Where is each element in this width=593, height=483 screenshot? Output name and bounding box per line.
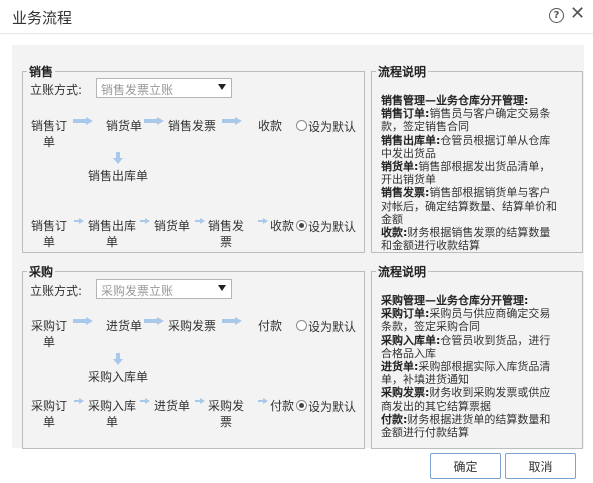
flow-node-sales-invoice[interactable]: 销售发 票 <box>204 218 248 250</box>
flow-node-purchase-invoice[interactable]: 采购发 票 <box>204 398 248 430</box>
sales-desc-item: 销售发票:销售部根据销货单与客户对帐后，确定结算数量、结算单价和金额 <box>381 186 557 226</box>
sales-desc-heading: 销售管理—业务仓库分开管理: <box>381 94 529 107</box>
sales-row2-default-label[interactable]: 设为默认 <box>308 218 356 235</box>
purchase-desc-item: 采购发票:财务收到采购发票或供应商发出的其它结算票据 <box>381 386 551 413</box>
flow-node-sales-order[interactable]: 销售订 单 <box>26 218 72 250</box>
sales-account-method-select[interactable]: 销售发票立账 <box>96 78 232 98</box>
arrow-right-icon <box>144 317 164 325</box>
flow-node-purchase-receipt[interactable]: 进货单 <box>150 398 194 414</box>
purchase-desc-legend: 流程说明 <box>378 265 427 279</box>
arrow-right-icon <box>74 397 84 405</box>
arrow-right-icon <box>73 317 93 325</box>
purchase-desc-item: 付款:财务根据进货单的结算数量和金额进行付款结算 <box>381 412 551 440</box>
flow-node-sales-order[interactable]: 销售订 单 <box>26 118 72 150</box>
purchase-row2-default-radio[interactable] <box>296 400 307 411</box>
purchase-account-method-value: 采购发票立账 <box>101 284 174 298</box>
sales-legend: 销售 <box>29 65 54 79</box>
arrow-right-icon <box>140 217 150 225</box>
purchase-account-method-label: 立账方式: <box>30 284 83 298</box>
close-icon[interactable]: ✕ <box>570 4 585 24</box>
flow-node-sales-receipt[interactable]: 收款 <box>252 118 288 134</box>
arrow-down-icon <box>113 353 123 365</box>
arrow-right-icon <box>222 117 242 125</box>
arrow-right-icon <box>144 117 164 125</box>
flow-node-purchase-order[interactable]: 采购订 单 <box>26 398 72 430</box>
sales-desc-text: 销售管理—业务仓库分开管理: 销售订单:销售员与客户确定交易条款，签定销售合同 … <box>381 94 559 252</box>
sales-account-method-label: 立账方式: <box>30 83 83 97</box>
chevron-down-icon <box>218 84 226 90</box>
sales-desc-panel: 流程说明 销售管理—业务仓库分开管理: 销售订单:销售员与客户确定交易条款，签定… <box>371 63 583 253</box>
flow-node-purchase-payment[interactable]: 付款 <box>252 318 288 334</box>
purchase-desc-text: 采购管理—业务仓库分开管理: 采购订单:采购员与供应商确定交易条款，签定采购合同… <box>381 294 559 439</box>
sales-row1-default-label[interactable]: 设为默认 <box>308 118 356 135</box>
purchase-desc-heading: 采购管理—业务仓库分开管理: <box>381 294 529 307</box>
flow-node-sales-outbound[interactable]: 销售出库单 <box>84 168 152 184</box>
sales-desc-legend: 流程说明 <box>378 65 427 79</box>
sales-row2-default-radio[interactable] <box>296 220 307 231</box>
flow-node-purchase-payment[interactable]: 付款 <box>268 398 296 414</box>
purchase-desc-panel: 流程说明 采购管理—业务仓库分开管理: 采购订单:采购员与供应商确定交易条款，签… <box>371 263 583 449</box>
cancel-button[interactable]: 取消 <box>505 453 576 479</box>
flow-node-sales-outbound[interactable]: 销售出库 单 <box>84 218 140 250</box>
flow-node-purchase-inbound[interactable]: 采购入库 单 <box>84 398 140 430</box>
purchase-desc-item: 采购入库单:仓管员收到货品，进行合格品入库 <box>381 333 551 360</box>
chevron-down-icon <box>218 285 226 291</box>
arrow-right-icon <box>140 397 150 405</box>
dialog-title: 业务流程 <box>12 9 73 27</box>
sales-desc-item: 销售订单:销售员与客户确定交易条款，签定销售合同 <box>381 107 551 134</box>
sales-row1-default-radio[interactable] <box>296 120 307 131</box>
flow-node-sales-invoice[interactable]: 销售发票 <box>164 118 220 134</box>
purchase-account-method-select[interactable]: 采购发票立账 <box>96 279 232 299</box>
arrow-right-icon <box>258 397 268 405</box>
arrow-right-icon <box>74 217 84 225</box>
flow-node-purchase-invoice[interactable]: 采购发票 <box>164 318 220 334</box>
purchase-desc-item: 进货单:采购部根据实际入库货品清单，补填进货通知 <box>381 360 551 387</box>
purchase-desc-item: 采购订单:采购员与供应商确定交易条款，签定采购合同 <box>381 307 551 334</box>
purchase-row2-default-label[interactable]: 设为默认 <box>308 398 356 415</box>
purchase-row1-default-label[interactable]: 设为默认 <box>308 318 356 335</box>
arrow-down-icon <box>113 152 123 164</box>
flow-node-purchase-inbound[interactable]: 采购入库单 <box>84 369 152 385</box>
sales-desc-item: 销货单:销售部根据发出货品清单，开出销货单 <box>381 160 551 187</box>
sales-desc-item: 收款:财务根据销售发票的结算数量和金额进行收款结算 <box>381 226 551 253</box>
flow-node-purchase-order[interactable]: 采购订 单 <box>26 318 72 350</box>
help-icon[interactable]: ? <box>549 8 564 23</box>
sales-account-method-value: 销售发票立账 <box>101 83 174 97</box>
ok-button[interactable]: 确定 <box>430 453 501 479</box>
arrow-right-icon <box>73 117 93 125</box>
arrow-right-icon <box>222 317 242 325</box>
sales-desc-item: 销售出库单:仓管员根据订单从仓库中发出货品 <box>381 133 551 160</box>
purchase-legend: 采购 <box>29 265 54 279</box>
flow-node-sales-delivery[interactable]: 销货单 <box>150 218 194 234</box>
dialog-titlebar: 业务流程 ? ✕ <box>0 0 593 34</box>
flow-node-sales-receipt[interactable]: 收款 <box>268 218 296 234</box>
arrow-right-icon <box>258 217 268 225</box>
purchase-row1-default-radio[interactable] <box>296 320 307 331</box>
